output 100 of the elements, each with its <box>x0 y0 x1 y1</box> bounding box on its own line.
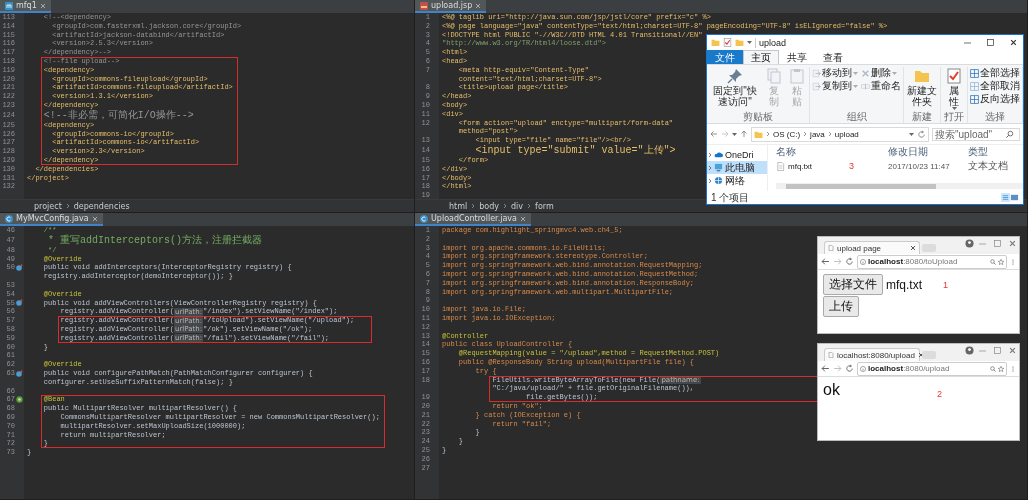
ribbon-button[interactable]: 全部选择 <box>970 67 1020 79</box>
reload-icon[interactable] <box>845 257 854 266</box>
file-name[interactable]: mfq.txt <box>788 161 812 171</box>
address-bar[interactable]: localhost:8080/upload <box>857 361 1007 376</box>
ribbon-button[interactable]: 固定到"快速访问" <box>709 67 761 108</box>
item-count: 1 个项目 <box>711 190 750 205</box>
chevron-icon <box>827 131 832 137</box>
document-arrow-icon <box>812 68 822 78</box>
code-line: * 重写addInterceptors()方法，注册拦截器 <box>48 234 263 246</box>
choose-file-button[interactable]: 选择文件 <box>823 274 883 295</box>
copy-icon <box>765 68 782 84</box>
zoom-icon[interactable] <box>990 365 996 372</box>
breadcrumb-item[interactable]: project <box>34 201 62 211</box>
clipboard-icon <box>788 68 805 84</box>
override-icon[interactable] <box>16 369 23 377</box>
editor-tab[interactable]: upload.jsp <box>415 0 487 13</box>
editor-tab[interactable]: MyMvcConfig.java <box>0 213 103 226</box>
column-header[interactable]: 名称 <box>776 145 888 159</box>
override-icon[interactable] <box>16 264 23 272</box>
back-arrow-icon[interactable] <box>710 130 718 138</box>
group-label: 组织 <box>846 111 867 123</box>
bean-icon[interactable] <box>16 396 23 404</box>
horizontal-scrollbar[interactable] <box>776 183 1023 189</box>
search-field[interactable]: 搜索"upload" <box>932 127 1020 141</box>
ribbon-button[interactable]: 反向选择 <box>970 93 1020 105</box>
delete-icon <box>861 68 871 78</box>
breadcrumb-item[interactable]: dependencies <box>73 201 130 211</box>
breadcrumb-item[interactable]: html <box>449 201 468 211</box>
caret-icon <box>747 41 752 44</box>
address-bar[interactable]: OS (C:) java upload <box>751 126 929 142</box>
editor-tab[interactable]: mfq1 <box>0 0 51 13</box>
thumbnail-view-icon[interactable] <box>1010 193 1019 202</box>
star-icon[interactable] <box>998 258 1004 265</box>
refresh-icon[interactable] <box>917 129 926 139</box>
override-icon[interactable] <box>16 299 23 307</box>
back-arrow-icon[interactable] <box>821 257 830 266</box>
reload-icon[interactable] <box>845 364 854 373</box>
back-arrow-icon[interactable] <box>821 364 830 373</box>
cloud-icon <box>714 150 723 159</box>
forward-arrow-icon[interactable] <box>833 257 842 266</box>
code-line: <!--非必需，可简化I/O操作--> <box>43 109 194 121</box>
editor-tab[interactable]: UploadController.java <box>415 213 531 226</box>
zoom-icon[interactable] <box>990 258 996 265</box>
navigation-item[interactable]: 网络 <box>707 174 767 187</box>
ribbon-tab[interactable]: 查看 <box>815 50 851 64</box>
folder-icon <box>754 129 763 139</box>
chevron-icon <box>803 131 808 137</box>
up-arrow-icon[interactable] <box>740 130 748 138</box>
network-icon <box>714 176 723 185</box>
browser-tab[interactable]: upload page <box>824 241 920 254</box>
folder-icon <box>735 38 744 47</box>
ribbon-button[interactable]: 属性 <box>943 67 965 111</box>
chevron-icon <box>503 203 508 209</box>
ribbon-button[interactable]: 新建文件夹 <box>906 67 939 108</box>
chevron-icon <box>766 131 770 137</box>
browser-tab[interactable]: localhost:8080/upload <box>824 348 920 361</box>
navigation-item[interactable]: 此电脑 <box>707 161 767 174</box>
chevron-icon <box>471 203 476 209</box>
maximize-icon[interactable] <box>986 39 994 46</box>
profile-icon[interactable] <box>965 238 974 248</box>
breadcrumb-item[interactable]: form <box>535 201 554 211</box>
chevron-icon <box>65 203 70 209</box>
info-icon <box>860 365 866 372</box>
close-icon[interactable] <box>1009 39 1017 46</box>
checklist-icon <box>946 68 963 84</box>
file-type: 文本文档 <box>968 159 1009 173</box>
star-icon[interactable] <box>998 365 1004 372</box>
search-icon <box>1005 129 1014 139</box>
pin-icon <box>727 68 743 84</box>
code-line: <input type="submit" value="上传"> <box>475 144 676 156</box>
group-label: 剪贴板 <box>743 111 774 123</box>
ribbon-tab[interactable]: 共享 <box>779 50 815 64</box>
column-header[interactable]: 类型 <box>968 145 1023 159</box>
page-icon <box>828 352 834 358</box>
path-segment[interactable]: upload <box>834 129 859 139</box>
path-segment[interactable]: OS (C:) <box>773 129 801 139</box>
minimize-icon[interactable] <box>963 39 971 46</box>
navigation-item[interactable]: OneDri <box>707 148 767 161</box>
maximize-icon[interactable] <box>993 239 1001 247</box>
ribbon-tab[interactable]: 文件 <box>707 50 743 64</box>
breadcrumb-item[interactable]: div <box>511 201 524 211</box>
modified-date: 2017/10/23 11:47 <box>888 161 951 171</box>
details-view-icon[interactable] <box>1001 193 1010 202</box>
annotation-number: 3 <box>849 161 855 171</box>
window-title: upload <box>755 37 954 48</box>
close-icon[interactable] <box>910 245 916 251</box>
profile-icon[interactable] <box>965 345 974 355</box>
folder-icon <box>711 38 720 47</box>
maximize-icon[interactable] <box>993 346 1001 354</box>
ribbon-tab[interactable]: 主页 <box>743 50 779 64</box>
forward-arrow-icon[interactable] <box>721 130 729 138</box>
file-type-icon <box>420 1 428 10</box>
address-bar[interactable]: localhost:8080/toUpload <box>857 254 1007 269</box>
column-header[interactable]: 修改日期 <box>888 145 968 159</box>
breadcrumb-item[interactable]: body <box>479 201 500 211</box>
submit-button[interactable]: 上传 <box>823 296 859 317</box>
path-segment[interactable]: java <box>810 129 825 139</box>
file-type-icon <box>5 214 13 223</box>
group-label: 新建 <box>912 111 933 123</box>
forward-arrow-icon[interactable] <box>833 364 842 373</box>
